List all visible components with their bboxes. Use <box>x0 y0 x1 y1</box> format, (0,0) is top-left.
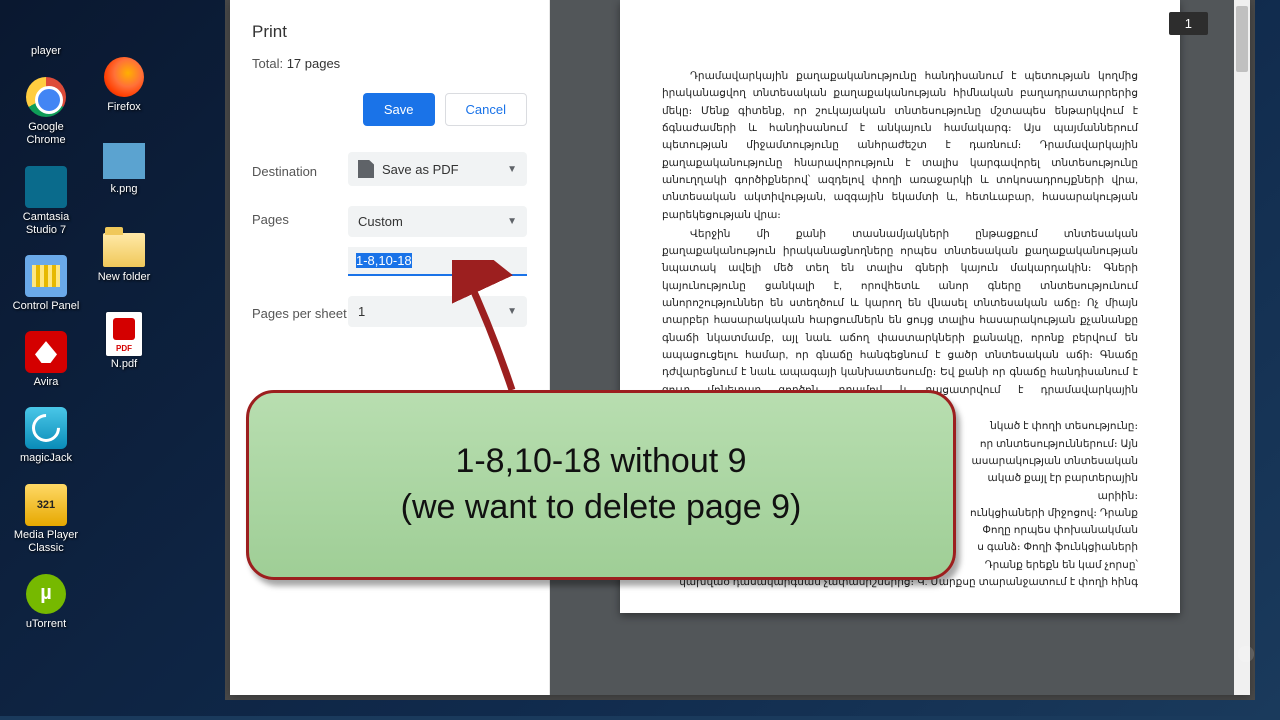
pps-label: Pages per sheet <box>252 300 348 323</box>
total-count: 17 pages <box>287 56 341 71</box>
desktop-icon-new-folder[interactable]: New folder <box>88 226 160 284</box>
desktop: player Google Chrome Camtasia Studio 7 C… <box>0 0 220 720</box>
annotation-arrow <box>452 260 532 400</box>
magicjack-icon <box>25 407 67 449</box>
icon-label: N.pdf <box>111 358 137 371</box>
image-file-icon <box>103 143 145 179</box>
icon-label: Avira <box>34 376 59 389</box>
desktop-icon-player[interactable]: player <box>10 0 82 58</box>
desktop-icon-avira[interactable]: Avira <box>10 331 82 389</box>
print-dialog: Print Total: 17 pages Save Cancel Destin… <box>230 0 1250 695</box>
control-panel-icon <box>25 255 67 297</box>
destination-row: Destination Save as PDF ▼ <box>252 152 527 186</box>
desktop-icon-control-panel[interactable]: Control Panel <box>10 255 82 313</box>
desktop-icon-magicjack[interactable]: magicJack <box>10 407 82 465</box>
destination-value: Save as PDF <box>382 162 459 177</box>
desktop-icon-npdf[interactable]: N.pdf <box>88 313 160 371</box>
destination-label: Destination <box>252 158 348 181</box>
icon-label: Google Chrome <box>10 121 82 147</box>
callout-line-1: 1-8,10-18 without 9 <box>455 439 746 485</box>
dialog-buttons: Save Cancel <box>252 93 527 126</box>
page-number-badge: 1 <box>1169 12 1208 35</box>
chevron-down-icon: ▼ <box>507 164 517 175</box>
desktop-col-1: player Google Chrome Camtasia Studio 7 C… <box>10 0 82 631</box>
desktop-icon-camtasia[interactable]: Camtasia Studio 7 <box>10 166 82 237</box>
icon-label: player <box>31 45 61 58</box>
preview-scrollbar[interactable] <box>1234 0 1250 695</box>
pdf-file-icon <box>106 312 142 356</box>
icon-label: k.png <box>111 183 138 196</box>
pps-value: 1 <box>358 304 365 319</box>
chrome-window: Print Total: 17 pages Save Cancel Destin… <box>225 0 1255 700</box>
desktop-icon-firefox[interactable]: Firefox <box>88 56 160 114</box>
utorrent-icon: µ <box>26 574 66 614</box>
desktop-icon-utorrent[interactable]: µ uTorrent <box>10 573 82 631</box>
print-title: Print <box>252 22 527 42</box>
doc-paragraph: Վերջին մի քանի տասնամյակների ընթացքում տ… <box>662 226 1138 416</box>
desktop-icon-kpng[interactable]: k.png <box>88 138 160 196</box>
pages-mode-value: Custom <box>358 214 403 229</box>
chevron-down-icon: ▼ <box>507 216 517 227</box>
mpc-icon: 321 <box>25 484 67 526</box>
annotation-callout: 1-8,10-18 without 9 (we want to delete p… <box>246 390 956 580</box>
camtasia-icon <box>25 166 67 208</box>
desktop-col-2: Firefox k.png New folder N.pdf <box>88 0 160 371</box>
firefox-icon <box>104 57 144 97</box>
callout-line-2: (we want to delete page 9) <box>401 485 802 531</box>
cancel-button[interactable]: Cancel <box>445 93 527 126</box>
destination-select[interactable]: Save as PDF ▼ <box>348 152 527 186</box>
icon-label: New folder <box>98 271 151 284</box>
folder-icon <box>103 233 145 267</box>
pages-label: Pages <box>252 206 348 229</box>
icon-label: magicJack <box>20 452 72 465</box>
icon-label: uTorrent <box>26 618 66 631</box>
icon-label: Media Player Classic <box>10 529 82 555</box>
icon-label: Camtasia Studio 7 <box>10 211 82 237</box>
save-button[interactable]: Save <box>363 93 435 126</box>
scroll-thumb[interactable] <box>1236 6 1248 72</box>
desktop-icon-mpc[interactable]: 321 Media Player Classic <box>10 484 82 555</box>
chrome-icon <box>26 77 66 117</box>
print-total: Total: 17 pages <box>252 56 527 71</box>
pdf-icon <box>358 160 374 178</box>
doc-paragraph: Դրամավարկային քաղաքականությունը հանդիսան… <box>662 68 1138 224</box>
total-prefix: Total: <box>252 56 287 71</box>
icon-label: Control Panel <box>13 300 80 313</box>
desktop-icon-chrome[interactable]: Google Chrome <box>10 76 82 147</box>
avira-icon <box>25 331 67 373</box>
watermark-icon <box>1218 626 1274 682</box>
pages-mode-select[interactable]: Custom ▼ <box>348 206 527 237</box>
icon-label: Firefox <box>107 101 141 114</box>
print-preview[interactable]: 1 Դրամավարկային քաղաքականությունը հանդիս… <box>550 0 1250 695</box>
taskbar[interactable] <box>0 716 1280 720</box>
